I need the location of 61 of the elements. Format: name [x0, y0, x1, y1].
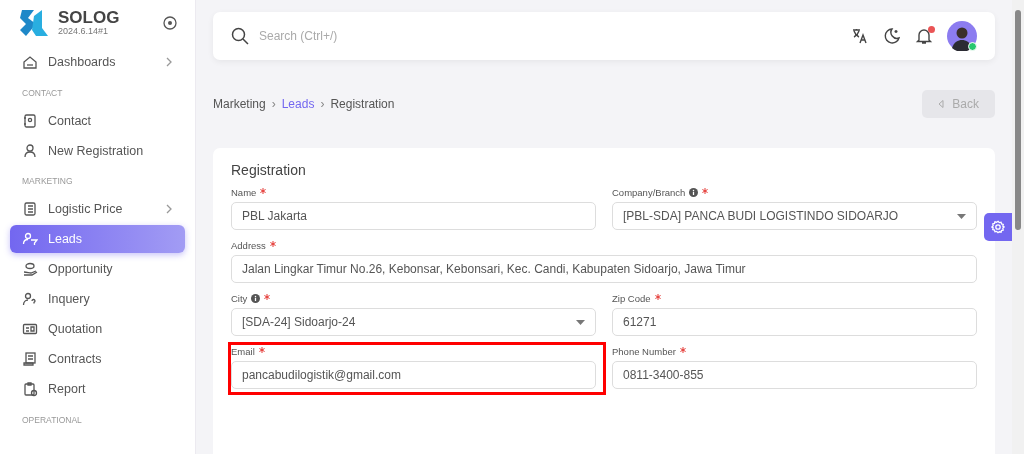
input-field[interactable]: 61271: [612, 308, 977, 336]
sidebar-item[interactable]: Quotation: [10, 315, 185, 343]
dropdown-caret-icon: [957, 213, 966, 219]
dropdown-caret-icon: [576, 319, 585, 325]
breadcrumb-item: Marketing: [213, 97, 266, 111]
avatar[interactable]: [947, 21, 977, 51]
sidebar-item[interactable]: Inquery: [10, 285, 185, 313]
caret-left-icon: [938, 100, 945, 108]
moon-icon[interactable]: [883, 27, 901, 45]
hand-coin-icon: [22, 261, 38, 277]
search-field[interactable]: Search (Ctrl+/): [257, 28, 461, 44]
input-field[interactable]: Jalan Lingkar Timur No.26, Kebonsar, Kebonsari, Kec. Candi, Kabupaten Sidoarjo, Jawa Timur: [231, 255, 977, 283]
field-label: Address: [231, 239, 266, 251]
field-label: Company/Branch: [612, 186, 686, 198]
bell-icon[interactable]: [915, 27, 933, 45]
breadcrumb-item: Registration: [330, 97, 395, 111]
settings-icon: [991, 220, 1005, 234]
input-field[interactable]: pancabudilogistik@gmail.com: [231, 361, 596, 389]
select-field[interactable]: [PBL-SDA] PANCA BUDI LOGISTINDO SIDOARJO: [612, 202, 977, 230]
id-card-icon: [22, 321, 38, 337]
translate-icon[interactable]: [851, 27, 869, 45]
document-list-icon: [22, 201, 38, 217]
section-label: CONTACT: [21, 86, 64, 100]
breadcrumb-separator: ›: [320, 97, 325, 111]
person-filter-icon: [22, 231, 38, 247]
settings-button[interactable]: [984, 213, 1012, 241]
sidebar-item[interactable]: Opportunity: [10, 255, 185, 283]
sidebar-item[interactable]: Logistic Price: [10, 195, 185, 223]
form-title: Registration: [231, 162, 307, 178]
contact-book-icon: [22, 112, 38, 129]
field-label: City: [231, 292, 248, 304]
scrollbar[interactable]: [1012, 0, 1024, 454]
field-label: Zip Code: [612, 292, 651, 304]
logo-icon: [18, 8, 50, 38]
search-icon: [231, 27, 249, 45]
sidebar-item[interactable]: New Registration: [10, 136, 185, 165]
input-field[interactable]: PBL Jakarta: [231, 202, 596, 230]
sidebar-item[interactable]: Leads: [10, 225, 185, 253]
input-field[interactable]: 0811-3400-855: [612, 361, 977, 389]
field-label: Phone Number: [612, 345, 676, 357]
chevron-right-icon: [165, 57, 173, 67]
person-question-icon: [22, 291, 38, 307]
section-label: MARKETING: [21, 175, 74, 188]
field-label: Email: [231, 345, 255, 357]
person-icon: [22, 142, 38, 159]
scroll-icon: [22, 351, 38, 367]
sidebar-item[interactable]: Report: [10, 375, 185, 403]
sidebar-item[interactable]: Contact: [10, 106, 185, 135]
field-label: Name: [231, 186, 257, 198]
radio-icon[interactable]: [163, 16, 177, 30]
section-label: OPERATIONAL: [21, 413, 83, 427]
select-field[interactable]: [SDA-24] Sidoarjo-24: [231, 308, 596, 336]
clipboard-icon: [22, 381, 38, 397]
chevron-right-icon: [165, 204, 173, 214]
sidebar-item[interactable]: Dashboards: [10, 48, 185, 76]
breadcrumb-separator: ›: [271, 97, 276, 111]
app-version: 2024.6.14#1: [58, 27, 110, 37]
app-name: SOLOG: [58, 9, 120, 28]
breadcrumb-link[interactable]: Leads: [281, 97, 315, 111]
home-icon: [22, 54, 38, 70]
sidebar-item[interactable]: Contracts: [10, 345, 185, 373]
